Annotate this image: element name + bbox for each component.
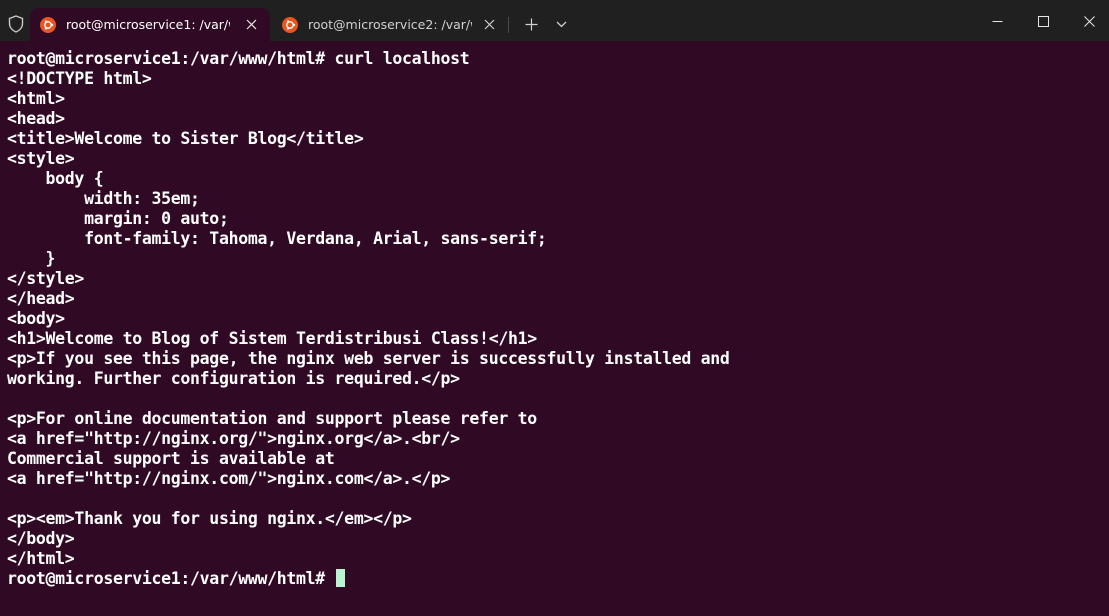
- terminal-line: <p>For online documentation and support …: [7, 409, 537, 428]
- terminal-line: root@microservice1:/var/www/html# curl l…: [7, 49, 470, 68]
- chevron-down-icon: [556, 21, 566, 27]
- tab-label: root@microservice1: /var/ww: [66, 17, 230, 32]
- terminal-line: margin: 0 auto;: [7, 209, 229, 228]
- terminal-output[interactable]: root@microservice1:/var/www/html# curl l…: [7, 49, 1102, 609]
- maximize-button[interactable]: [1020, 8, 1066, 34]
- shield-icon[interactable]: [6, 14, 26, 34]
- terminal-line: working. Further configuration is requir…: [7, 369, 460, 388]
- terminal-line: body {: [7, 169, 104, 188]
- tab-microservice2[interactable]: root@microservice2: /var/www: [272, 8, 508, 41]
- terminal-line: <p><em>Thank you for using nginx.</em></…: [7, 509, 412, 528]
- close-icon[interactable]: [482, 17, 496, 31]
- maximize-icon: [1037, 15, 1049, 27]
- terminal-line: <a href="http://nginx.com/">nginx.com</a…: [7, 469, 451, 488]
- terminal-line: </style>: [7, 269, 85, 288]
- terminal-line: }: [7, 249, 56, 268]
- terminal-line: <title>Welcome to Sister Blog</title>: [7, 129, 364, 148]
- ubuntu-icon: [40, 16, 56, 33]
- terminal-line: <!DOCTYPE html>: [7, 69, 152, 88]
- tab-label: root@microservice2: /var/www: [308, 17, 472, 32]
- plus-icon: [525, 18, 537, 30]
- terminal-line: <p>If you see this page, the nginx web s…: [7, 349, 730, 368]
- close-icon: [1083, 15, 1095, 27]
- terminal-line: font-family: Tahoma, Verdana, Arial, san…: [7, 229, 547, 248]
- tab-microservice1[interactable]: root@microservice1: /var/ww: [30, 8, 270, 41]
- terminal-line: <style>: [7, 149, 75, 168]
- close-icon[interactable]: [244, 17, 258, 31]
- terminal-line: Commercial support is available at: [7, 449, 335, 468]
- shell-prompt: root@microservice1:/var/www/html#: [7, 569, 335, 588]
- terminal-line: <a href="http://nginx.org/">nginx.org</a…: [7, 429, 460, 448]
- tab-divider: [508, 17, 509, 33]
- tab-dropdown-button[interactable]: [551, 14, 571, 34]
- text-cursor: [335, 569, 345, 587]
- new-tab-button[interactable]: [521, 14, 541, 34]
- terminal-line: </html>: [7, 549, 75, 568]
- terminal-line: <head>: [7, 109, 65, 128]
- window-close-button[interactable]: [1066, 8, 1109, 34]
- terminal-window: root@microservice1: /var/ww root@microse…: [0, 0, 1109, 616]
- title-bar: root@microservice1: /var/ww root@microse…: [0, 0, 1109, 41]
- minimize-icon: [992, 20, 1002, 22]
- terminal-line: width: 35em;: [7, 189, 200, 208]
- terminal-line: <html>: [7, 89, 65, 108]
- terminal-line: <body>: [7, 309, 65, 328]
- terminal-line: <h1>Welcome to Blog of Sistem Terdistrib…: [7, 329, 537, 348]
- terminal-line: </head>: [7, 289, 75, 308]
- ubuntu-icon: [282, 16, 298, 33]
- terminal-line: </body>: [7, 529, 75, 548]
- prompt-line[interactable]: root@microservice1:/var/www/html#: [7, 569, 1102, 589]
- minimize-button[interactable]: [974, 8, 1020, 34]
